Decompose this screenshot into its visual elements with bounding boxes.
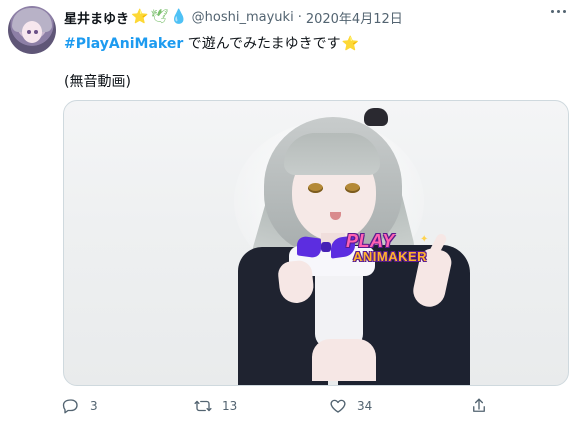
avatar-eye-left <box>27 30 31 34</box>
character-eye-right <box>345 183 360 193</box>
bow-knot <box>321 242 331 252</box>
retweet-button[interactable]: 13 <box>194 397 237 415</box>
tweet-subtext: (無音動画) <box>64 74 131 90</box>
like-button[interactable]: 34 <box>329 397 372 415</box>
retweet-icon <box>194 400 212 412</box>
tweet-actions: 3 13 34 <box>0 397 580 421</box>
tweet-body-text: で遊んでみたまゆきです <box>183 36 341 52</box>
reply-count: 3 <box>90 399 98 413</box>
retweet-count: 13 <box>222 399 238 413</box>
media-video-thumbnail[interactable]: PLAY ANIMAKER ✦ <box>63 100 569 386</box>
character-belly <box>312 339 376 381</box>
tweet-text: #PlayAniMaker で遊んでみたまゆきです⭐ <box>64 33 359 53</box>
droplet-emoji-icon: 💧 <box>170 9 188 25</box>
reply-icon <box>62 399 78 414</box>
share-button[interactable] <box>470 397 488 415</box>
sparkle-icon: ✦ <box>420 234 429 245</box>
avatar-face <box>22 21 42 43</box>
avatar[interactable] <box>8 6 56 54</box>
character-hat <box>364 108 388 126</box>
user-handle[interactable]: @hoshi_mayuki <box>192 10 294 25</box>
character-eye-left <box>308 183 323 193</box>
logo-animaker-text: ANIMAKER <box>353 249 428 264</box>
heart-icon <box>330 399 346 413</box>
avatar-eye-right <box>34 30 38 34</box>
star-emoji-icon: ⭐ <box>341 36 360 52</box>
more-horizontal-icon <box>563 10 566 13</box>
more-horizontal-icon <box>557 10 560 13</box>
display-name[interactable]: 星井まゆき <box>64 8 129 27</box>
separator-dot: · <box>297 9 302 25</box>
more-options-button[interactable] <box>551 10 566 13</box>
playanimaker-logo: PLAY ANIMAKER ✦ <box>346 231 440 275</box>
dove-emoji-icon: 🕊 <box>150 9 169 25</box>
star-emoji-icon: ⭐ <box>131 9 149 25</box>
more-horizontal-icon <box>551 10 554 13</box>
reply-button[interactable]: 3 <box>62 397 98 415</box>
character-bangs <box>284 133 380 175</box>
tweet-header: 星井まゆき ⭐ 🕊 💧 @hoshi_mayuki · 2020年4月12日 <box>64 8 403 27</box>
like-count: 34 <box>357 399 373 413</box>
hashtag-link[interactable]: #PlayAniMaker <box>64 36 183 52</box>
tweet-date[interactable]: 2020年4月12日 <box>306 8 403 27</box>
share-icon <box>473 398 485 412</box>
